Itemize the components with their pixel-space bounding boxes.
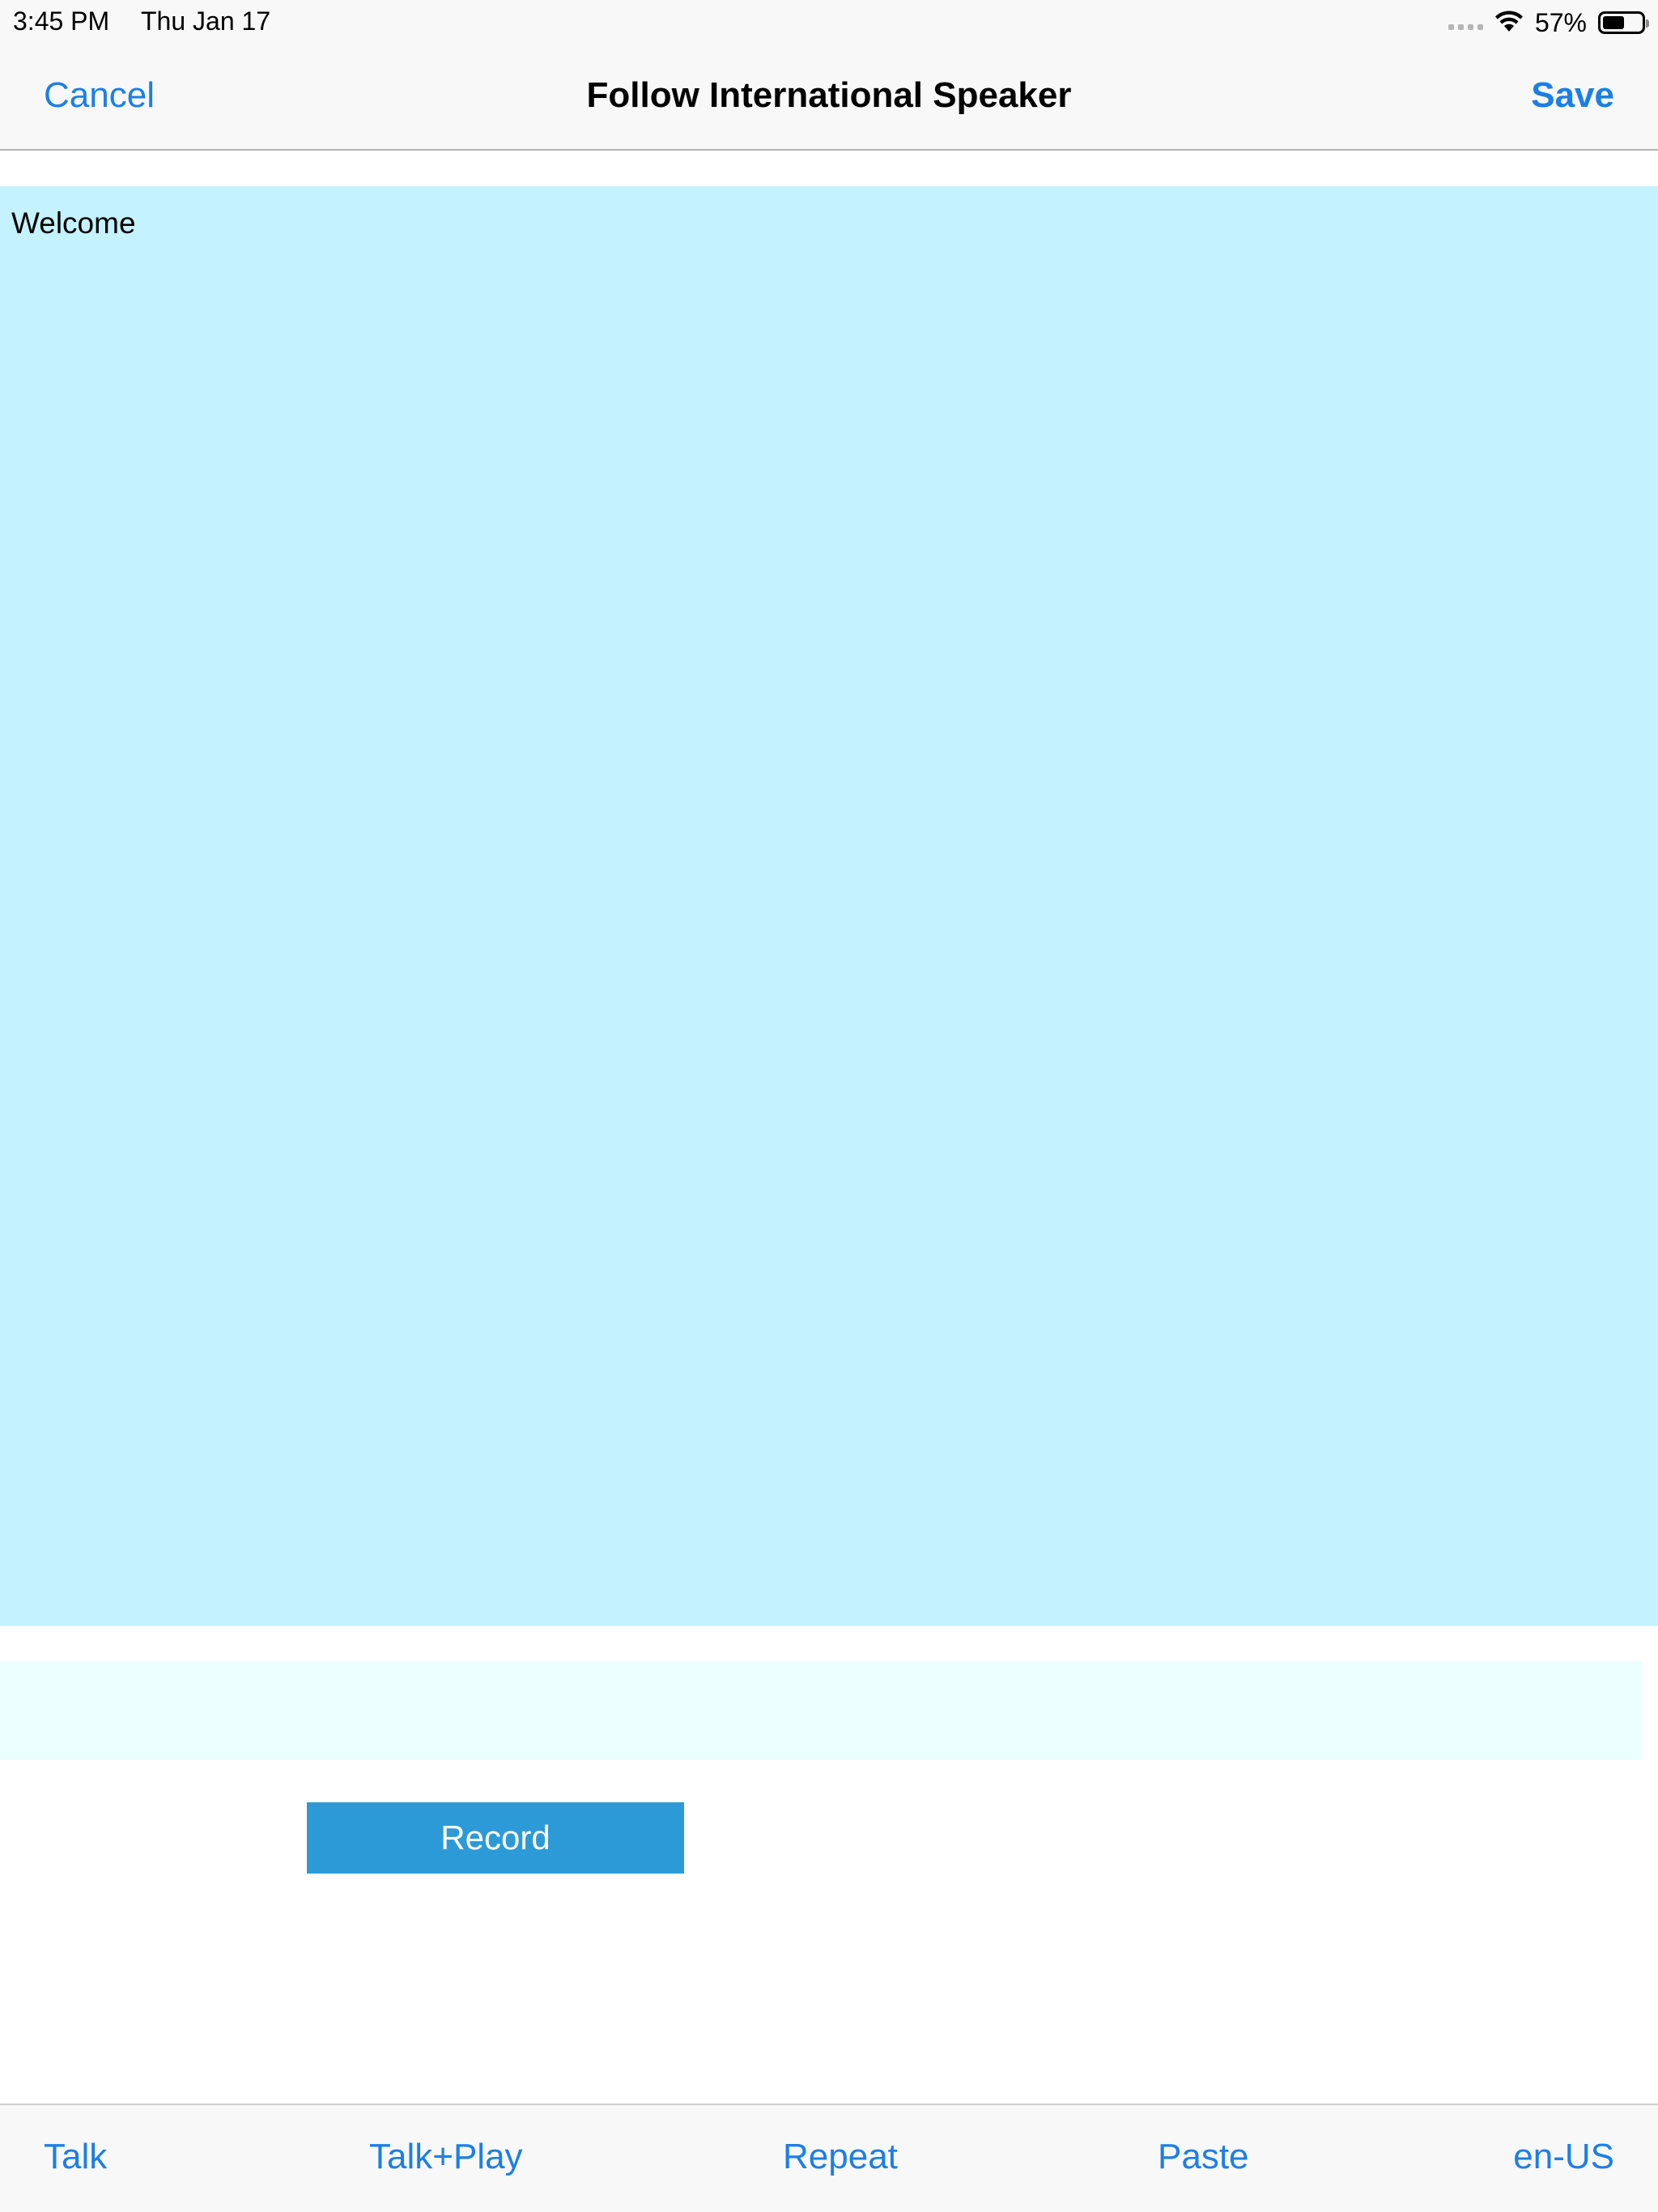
status-time: 3:45 PM: [13, 6, 110, 36]
status-date: Thu Jan 17: [141, 6, 271, 36]
paste-button[interactable]: Paste: [1158, 2133, 1249, 2181]
cancel-button[interactable]: Cancel: [44, 74, 155, 117]
talk-play-button[interactable]: Talk+Play: [369, 2133, 523, 2181]
battery-percent: 57%: [1534, 8, 1587, 37]
navigation-bar: Follow International Speaker Cancel Save: [0, 45, 1658, 151]
record-button[interactable]: Record: [307, 1802, 684, 1874]
speech-text-area[interactable]: Welcome: [0, 186, 1658, 1626]
page-title: Follow International Speaker: [586, 75, 1072, 115]
save-button[interactable]: Save: [1531, 74, 1614, 117]
battery-fill: [1603, 16, 1625, 29]
language-button[interactable]: en-US: [1513, 2133, 1614, 2181]
wifi-icon: [1494, 9, 1524, 37]
talk-button[interactable]: Talk: [44, 2133, 107, 2181]
status-indicators: 57%: [1448, 6, 1649, 39]
status-bar: 3:45 PM Thu Jan 17 57%: [0, 0, 1658, 45]
battery-icon: [1598, 11, 1649, 34]
repeat-button[interactable]: Repeat: [783, 2133, 898, 2181]
bottom-toolbar: Talk Talk+Play Repeat Paste en-US: [0, 2104, 1658, 2212]
signal-dots-icon: [1448, 23, 1483, 30]
speech-text-content: Welcome: [11, 206, 136, 240]
result-text-field[interactable]: [0, 1661, 1642, 1760]
